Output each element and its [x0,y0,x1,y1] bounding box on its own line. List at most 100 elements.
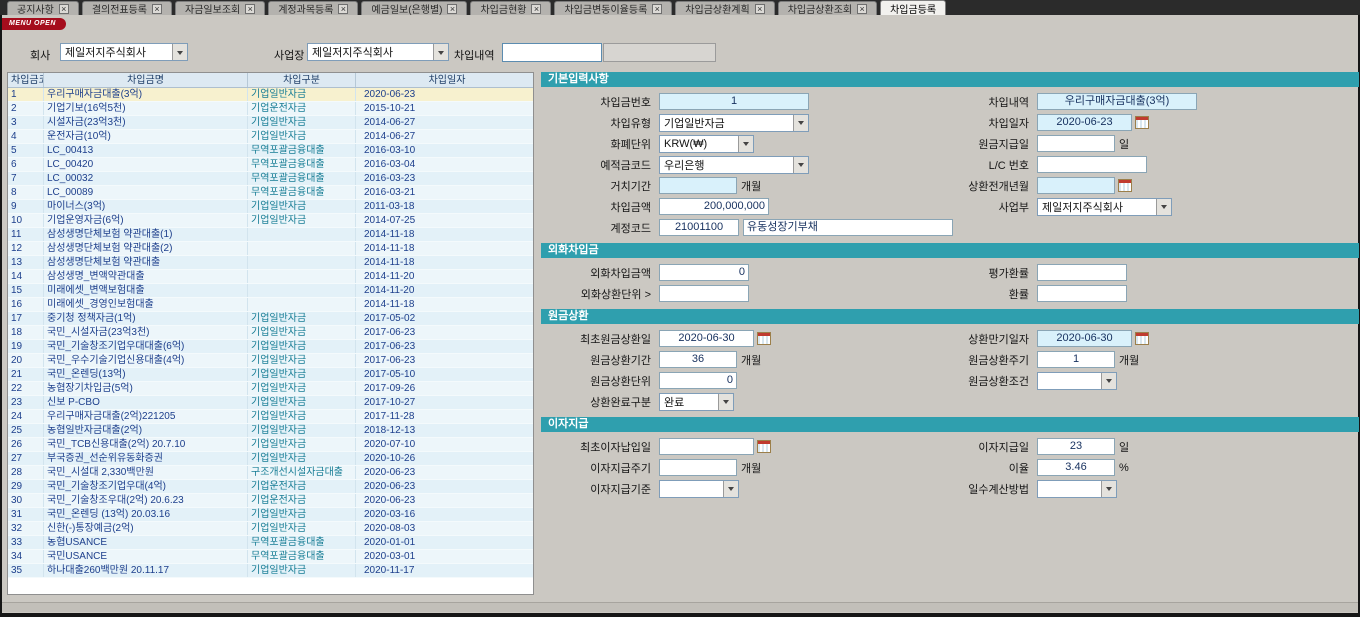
currency-select[interactable]: KRW(₩) [659,135,754,153]
grid-row[interactable]: 18국민_시설자금(23억3천)기업일반자금2017-06-23 [8,326,533,340]
repay-cycle-field[interactable]: 1 [1037,351,1115,368]
loan-desc-field[interactable]: 우리구매자금대출(3억) [1037,93,1197,110]
calendar-icon[interactable] [1135,116,1149,129]
grid-row[interactable]: 9마이너스(3억)기업일반자금2011-03-18 [8,200,533,214]
maturity-date-field[interactable]: 2020-06-30 [1037,330,1132,347]
grid-row[interactable]: 14삼성생명_변액약관대출2014-11-20 [8,270,533,284]
pre-repay-ym-field[interactable] [1037,177,1115,194]
eval-rate-field[interactable] [1037,264,1127,281]
grid-row[interactable]: 17중기청 정책자금(1억)기업일반자금2017-05-02 [8,312,533,326]
grid-row[interactable]: 33농협USANCE무역포괄금융대출2020-01-01 [8,536,533,550]
day-count-select[interactable] [1037,480,1117,498]
tab-close-icon[interactable]: × [652,4,662,14]
grid-row[interactable]: 21국민_온렌딩(13억)기업일반자금2017-05-10 [8,368,533,382]
tab-close-icon[interactable]: × [152,4,162,14]
account-code-field[interactable]: 21001100 [659,219,739,236]
calendar-icon[interactable] [1135,332,1149,345]
grid-row[interactable]: 25농협일반자금대출(2억)기업일반자금2018-12-13 [8,424,533,438]
loan-number-field[interactable]: 1 [659,93,809,110]
menu-open-button[interactable]: MENU OPEN [2,18,66,30]
grid-row[interactable]: 16미래에셋_경영인보험대출2014-11-18 [8,298,533,312]
grid-row[interactable]: 32신한(-)통장예금(2억)기업일반자금2020-08-03 [8,522,533,536]
grid-row[interactable]: 8LC_00089무역포괄금융대출2016-03-21 [8,186,533,200]
interest-basis-select[interactable] [659,480,739,498]
interest-rate-field[interactable]: 3.46 [1037,459,1115,476]
first-interest-date-field[interactable] [659,438,754,455]
loan-type-select[interactable]: 기업일반자금 [659,114,809,132]
col-header-code[interactable]: 차입금코드 [8,73,44,87]
grid-row[interactable]: 22농협장기차입금(5억)기업일반자금2017-09-26 [8,382,533,396]
repay-unit-field[interactable]: 0 [659,372,737,389]
grid-row[interactable]: 19국민_기술창조기업우대대출(6억)기업일반자금2017-06-23 [8,340,533,354]
tab-차입금변동이율등록[interactable]: 차입금변동이율등록× [554,1,672,15]
tab-close-icon[interactable]: × [857,4,867,14]
loan-amount-field[interactable]: 200,000,000 [659,198,769,215]
grid-row[interactable]: 5LC_00413무역포괄금융대출2016-03-10 [8,144,533,158]
tab-close-icon[interactable]: × [59,4,69,14]
repay-complete-select[interactable]: 완료 [659,393,734,411]
grid-row[interactable]: 27부국증권_선순위유동화증권기업일반자금2020-10-26 [8,452,533,466]
bottom-scrollbar[interactable] [2,602,1358,612]
account-name-field[interactable]: 유동성장기부채 [743,219,953,236]
loan-desc-search-input[interactable] [502,43,602,62]
site-select[interactable]: 제일저지주식회사 [307,43,449,61]
deposit-code-select[interactable]: 우리은행 [659,156,809,174]
grid-row[interactable]: 6LC_00420무역포괄금융대출2016-03-04 [8,158,533,172]
tab-차입금상환조회[interactable]: 차입금상환조회× [778,1,877,15]
first-repay-date-field[interactable]: 2020-06-30 [659,330,754,347]
grid-row[interactable]: 11삼성생명단체보험 약관대출(1)2014-11-18 [8,228,533,242]
grid-row[interactable]: 2기업기보(16억5천)기업운전자금2015-10-21 [8,102,533,116]
interest-day-field[interactable]: 23 [1037,438,1115,455]
grid-row[interactable]: 13삼성생명단체보험 약관대출2014-11-18 [8,256,533,270]
grid-row[interactable]: 7LC_00032무역포괄금융대출2016-03-23 [8,172,533,186]
grid-row[interactable]: 20국민_우수기술기업신용대출(4억)기업일반자금2017-06-23 [8,354,533,368]
fx-amount-field[interactable]: 0 [659,264,749,281]
tab-공지사항[interactable]: 공지사항× [7,1,79,15]
tab-차입금등록[interactable]: 차입금등록 [880,0,946,15]
grid-row[interactable]: 4운전자금(10억)기업일반자금2014-06-27 [8,130,533,144]
grid-row[interactable]: 10기업운영자금(6억)기업일반자금2014-07-25 [8,214,533,228]
grace-period-field[interactable] [659,177,737,194]
grid-row[interactable]: 34국민USANCE무역포괄금융대출2020-03-01 [8,550,533,564]
tab-close-icon[interactable]: × [447,4,457,14]
rate-field[interactable] [1037,285,1127,302]
tab-자금일보조회[interactable]: 자금일보조회× [175,1,265,15]
grid-row[interactable]: 24우리구매자금대출(2억)221205기업일반자금2017-11-28 [8,410,533,424]
calendar-icon[interactable] [757,332,771,345]
grid-row[interactable]: 29국민_기술창조기업우대(4억)기업운전자금2020-06-23 [8,480,533,494]
grid-row[interactable]: 31국민_온렌딩 (13억) 20.03.16기업일반자금2020-03-16 [8,508,533,522]
col-header-name[interactable]: 차입금명 [44,73,248,87]
grid-row[interactable]: 35하나대출260백만원 20.11.17기업일반자금2020-11-17 [8,564,533,578]
tab-예금일보(은행별)[interactable]: 예금일보(은행별)× [361,1,467,15]
calendar-icon[interactable] [757,440,771,453]
col-header-type[interactable]: 차입구분 [248,73,356,87]
grid-row[interactable]: 3시설자금(23억3천)기업일반자금2014-06-27 [8,116,533,130]
fx-repay-unit-field[interactable] [659,285,749,302]
tab-결의전표등록[interactable]: 결의전표등록× [82,1,172,15]
tab-close-icon[interactable]: × [245,4,255,14]
grid-row[interactable]: 15미래에셋_변액보험대출2014-11-20 [8,284,533,298]
col-header-date[interactable]: 차입일자 [356,73,533,87]
grid-row[interactable]: 1우리구매자금대출(3억)기업일반자금2020-06-23 [8,88,533,102]
calendar-icon[interactable] [1118,179,1132,192]
loan-date-field[interactable]: 2020-06-23 [1037,114,1132,131]
repay-period-field[interactable]: 36 [659,351,737,368]
tab-차입금상환계획[interactable]: 차입금상환계획× [675,1,774,15]
tab-close-icon[interactable]: × [755,4,765,14]
repay-condition-select[interactable] [1037,372,1117,390]
tab-close-icon[interactable]: × [531,4,541,14]
grid-row[interactable]: 30국민_기술창조우대(2억) 20.6.23기업운전자금2020-06-23 [8,494,533,508]
grid-row[interactable]: 26국민_TCB신용대출(2억) 20.7.10기업일반자금2020-07-10 [8,438,533,452]
company-select[interactable]: 제일저지주식회사 [60,43,188,61]
division-select[interactable]: 제일저지주식회사 [1037,198,1172,216]
grid-row[interactable]: 12삼성생명단체보험 약관대출(2)2014-11-18 [8,242,533,256]
grid-row[interactable]: 28국민_시설대 2,330백만원구조개선시설자금대출2020-06-23 [8,466,533,480]
lc-number-field[interactable] [1037,156,1147,173]
tab-차입금현황[interactable]: 차입금현황× [470,1,551,15]
tab-계정과목등록[interactable]: 계정과목등록× [268,1,358,15]
grid-cell-code: 25 [8,424,44,437]
tab-close-icon[interactable]: × [338,4,348,14]
grid-row[interactable]: 23신보 P-CBO기업일반자금2017-10-27 [8,396,533,410]
interest-cycle-field[interactable] [659,459,737,476]
principal-pay-day-field[interactable] [1037,135,1115,152]
